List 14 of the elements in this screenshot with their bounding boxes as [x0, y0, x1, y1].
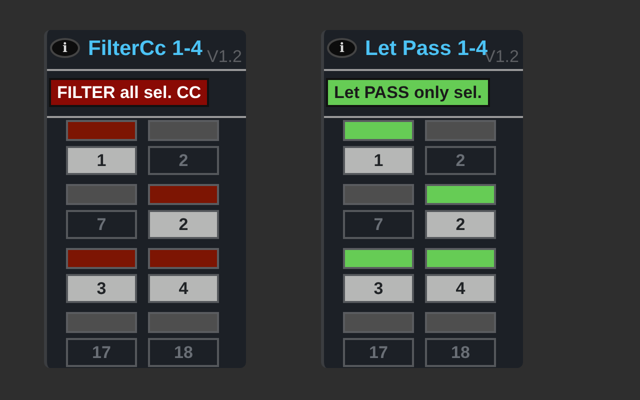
mode-button[interactable]: FILTER all sel. CC [49, 78, 210, 107]
cc-toggle-button[interactable]: 3 [66, 274, 137, 303]
cc-toggle-button[interactable]: 1 [66, 146, 137, 175]
info-icon[interactable]: i [327, 38, 357, 58]
cc-toggle-button[interactable]: 4 [425, 274, 496, 303]
cc-toggle-button[interactable]: 1 [343, 146, 414, 175]
info-icon[interactable]: i [50, 38, 80, 58]
cc-toggle-button[interactable]: 3 [343, 274, 414, 303]
cc-toggle-button[interactable]: 2 [148, 210, 219, 239]
cc-toggle-button[interactable]: 2 [425, 210, 496, 239]
device-title: FilterCc 1-4 [88, 37, 202, 61]
cc-toggle-button[interactable]: 4 [148, 274, 219, 303]
version-label: V1.2 [207, 47, 242, 67]
mode-button[interactable]: Let PASS only sel. [326, 78, 490, 107]
